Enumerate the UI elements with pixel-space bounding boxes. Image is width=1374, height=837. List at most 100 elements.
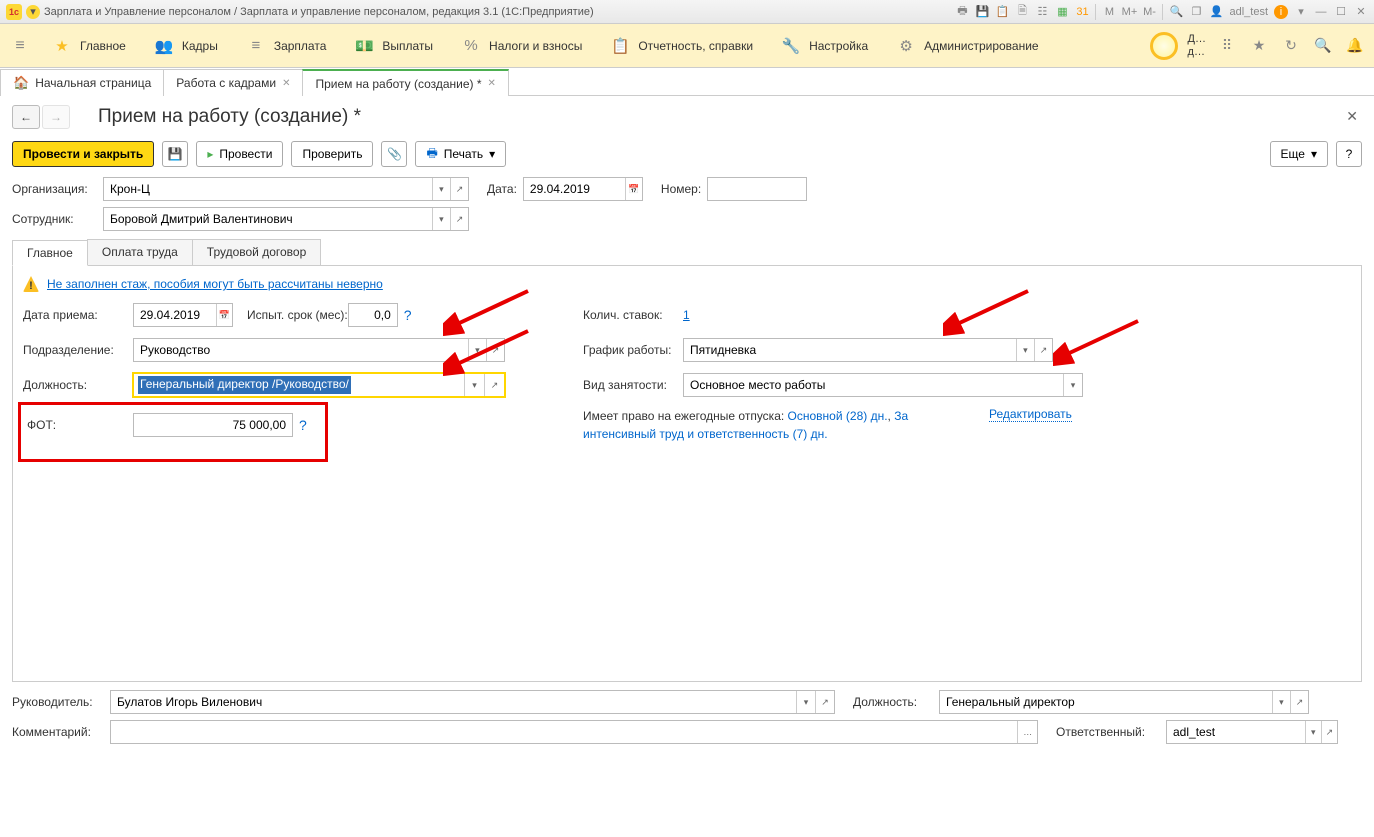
dropdown-icon[interactable]: ▾ bbox=[464, 374, 484, 396]
manager-input[interactable]: ▾↗ bbox=[110, 690, 835, 714]
menu-payments[interactable]: 💵Выплаты bbox=[340, 30, 447, 62]
hamburger-icon[interactable]: ≡ bbox=[8, 34, 32, 58]
open-icon[interactable]: ↗ bbox=[815, 691, 834, 713]
close-icon[interactable]: ✕ bbox=[488, 78, 496, 89]
responsible-input[interactable]: ▾↗ bbox=[1166, 720, 1338, 744]
apps-icon[interactable]: ⠿ bbox=[1216, 35, 1238, 57]
nav-back-button[interactable]: ← bbox=[12, 105, 40, 129]
post-button[interactable]: ▸Провести bbox=[196, 141, 283, 167]
comment-input[interactable]: … bbox=[110, 720, 1038, 744]
save-icon[interactable]: 💾 bbox=[975, 5, 989, 19]
page-close-button[interactable]: ✕ bbox=[1342, 104, 1362, 129]
fot-input[interactable] bbox=[133, 413, 293, 437]
menu-main[interactable]: ★Главное bbox=[38, 30, 140, 62]
help-icon[interactable]: ? bbox=[404, 307, 412, 323]
edit-vacation-link[interactable]: Редактировать bbox=[989, 407, 1072, 422]
check-button[interactable]: Проверить bbox=[291, 141, 373, 167]
post-and-close-button[interactable]: Провести и закрыть bbox=[12, 141, 154, 167]
date-input[interactable]: 📅 bbox=[523, 177, 643, 201]
tab-home[interactable]: 🏠Начальная страница bbox=[0, 69, 164, 96]
warning-link[interactable]: Не заполнен стаж, пособия могут быть рас… bbox=[47, 277, 383, 291]
print-button[interactable]: 🖶Печать▾ bbox=[415, 141, 506, 167]
tab-personnel-work[interactable]: Работа с кадрами✕ bbox=[163, 69, 303, 96]
open-icon[interactable]: ↗ bbox=[484, 374, 504, 396]
open-icon[interactable]: ↗ bbox=[486, 339, 504, 361]
star-icon[interactable]: ★ bbox=[1248, 35, 1270, 57]
close-icon[interactable]: ✕ bbox=[1354, 5, 1368, 19]
zoom-icon[interactable]: 🔍 bbox=[1169, 5, 1183, 19]
menu-settings[interactable]: 🔧Настройка bbox=[767, 30, 882, 62]
schedule-input[interactable]: ▾↗ bbox=[683, 338, 1053, 362]
dropdown-icon[interactable]: ▾ bbox=[468, 339, 486, 361]
table-icon[interactable]: ☷ bbox=[1035, 5, 1049, 19]
close-icon[interactable]: ✕ bbox=[282, 78, 290, 89]
dropdown-icon[interactable]: ▾ bbox=[432, 208, 450, 230]
calendar-icon[interactable]: 📅 bbox=[216, 304, 232, 326]
dropdown-icon[interactable]: ▾ bbox=[1272, 691, 1290, 713]
help-icon[interactable]: ? bbox=[299, 417, 307, 433]
minimize-icon[interactable]: — bbox=[1314, 5, 1328, 19]
manager-position-input[interactable]: ▾↗ bbox=[939, 690, 1309, 714]
doc-icon[interactable]: 🗎 bbox=[1015, 5, 1029, 19]
bell-icon[interactable]: 🔔 bbox=[1344, 35, 1366, 57]
m-minus-icon[interactable]: M- bbox=[1142, 5, 1156, 19]
date-icon[interactable]: 31 bbox=[1075, 5, 1089, 19]
calendar-icon[interactable]: ▦ bbox=[1055, 5, 1069, 19]
toolbar: Провести и закрыть 💾 ▸Провести Проверить… bbox=[0, 137, 1374, 177]
dropdown-icon[interactable]: ▾ bbox=[1016, 339, 1034, 361]
comment-label: Комментарий: bbox=[12, 725, 104, 739]
m-plus-icon[interactable]: M+ bbox=[1122, 5, 1136, 19]
window-icon[interactable]: ❐ bbox=[1189, 5, 1203, 19]
save-button[interactable]: 💾 bbox=[162, 141, 188, 167]
dropdown-icon[interactable]: ▾ bbox=[1063, 374, 1082, 396]
open-icon[interactable]: ↗ bbox=[450, 208, 468, 230]
menu-reports[interactable]: 📋Отчетность, справки bbox=[596, 30, 767, 62]
tab-payment[interactable]: Оплата труда bbox=[87, 239, 193, 265]
org-label: Организация: bbox=[12, 182, 97, 196]
dropdown-icon[interactable]: ▾ bbox=[1294, 5, 1308, 19]
more-button[interactable]: Еще▾ bbox=[1270, 141, 1328, 167]
menu-personnel[interactable]: 👥Кадры bbox=[140, 30, 232, 62]
print-icon[interactable]: 🖶 bbox=[955, 5, 969, 19]
help-button[interactable]: ? bbox=[1336, 141, 1362, 167]
hire-date-input[interactable]: 📅 bbox=[133, 303, 233, 327]
search-icon[interactable]: 🔍 bbox=[1312, 35, 1334, 57]
expand-icon[interactable]: … bbox=[1017, 721, 1037, 743]
dropdown-icon[interactable]: ▾ bbox=[432, 178, 450, 200]
open-icon[interactable]: ↗ bbox=[1290, 691, 1308, 713]
maximize-icon[interactable]: ☐ bbox=[1334, 5, 1348, 19]
stakes-link[interactable]: 1 bbox=[683, 308, 690, 322]
clipboard-icon[interactable]: 📋 bbox=[995, 5, 1009, 19]
probation-input[interactable] bbox=[348, 303, 398, 327]
employment-type-input[interactable]: ▾ bbox=[683, 373, 1083, 397]
info-icon[interactable]: i bbox=[1274, 5, 1288, 19]
employment-type-label: Вид занятости: bbox=[583, 378, 683, 392]
open-icon[interactable]: ↗ bbox=[450, 178, 468, 200]
number-input[interactable] bbox=[707, 177, 807, 201]
tab-main[interactable]: Главное bbox=[12, 240, 88, 266]
separator bbox=[1095, 4, 1096, 20]
menu-salary[interactable]: ≡Зарплата bbox=[232, 30, 341, 62]
dropdown-icon[interactable]: ▾ bbox=[26, 5, 40, 19]
calendar-icon[interactable]: 📅 bbox=[625, 178, 642, 200]
menu-taxes[interactable]: %Налоги и взносы bbox=[447, 30, 596, 62]
org-input[interactable]: ▾↗ bbox=[103, 177, 469, 201]
position-input[interactable]: Генеральный директор /Руководство/▾↗ bbox=[133, 373, 505, 397]
theme-circle-icon[interactable] bbox=[1150, 32, 1178, 60]
m-icon[interactable]: M bbox=[1102, 5, 1116, 19]
dropdown-icon[interactable]: ▾ bbox=[1305, 721, 1321, 743]
history-icon[interactable]: ↻ bbox=[1280, 35, 1302, 57]
dropdown-icon[interactable]: ▾ bbox=[796, 691, 815, 713]
department-input[interactable]: ▾↗ bbox=[133, 338, 505, 362]
attach-button[interactable]: 📎 bbox=[381, 141, 407, 167]
menu-admin[interactable]: ⚙Администрирование bbox=[882, 30, 1052, 62]
tab-hire[interactable]: Прием на работу (создание) *✕ bbox=[302, 69, 508, 96]
tab-contract[interactable]: Трудовой договор bbox=[192, 239, 321, 265]
home-icon: 🏠 bbox=[13, 75, 29, 91]
nav-forward-button[interactable]: → bbox=[42, 105, 70, 129]
separator bbox=[1162, 4, 1163, 20]
open-icon[interactable]: ↗ bbox=[1034, 339, 1052, 361]
employee-input[interactable]: ▾↗ bbox=[103, 207, 469, 231]
gear-icon: ⚙ bbox=[896, 36, 916, 56]
open-icon[interactable]: ↗ bbox=[1321, 721, 1337, 743]
